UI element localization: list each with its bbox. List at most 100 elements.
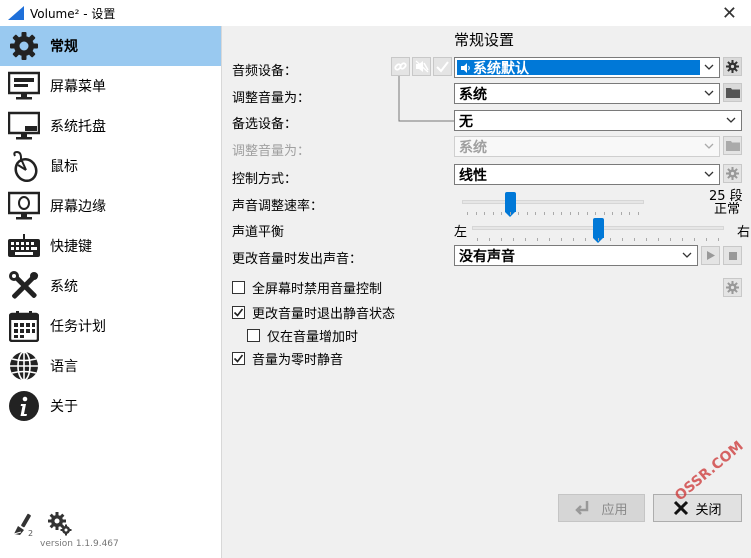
slider-tick xyxy=(578,212,579,215)
adjust-volume-select[interactable]: 系统 xyxy=(454,83,720,104)
change-sound-select[interactable]: 没有声音 xyxy=(454,245,698,266)
slider-tick xyxy=(535,212,536,215)
slider-tick xyxy=(634,238,635,241)
settings-icon[interactable] xyxy=(46,510,74,538)
title-bar: Volume² - 设置 ✕ xyxy=(0,0,751,26)
checkbox-label: 音量为零时静音 xyxy=(252,353,344,368)
version-superscript: 2 xyxy=(28,529,34,538)
checkbox-box[interactable] xyxy=(247,329,260,342)
slider-tick xyxy=(561,238,562,241)
adjust-rate-slider[interactable] xyxy=(462,192,644,217)
sidebar-item-system-tray[interactable]: 系统托盘 xyxy=(0,106,221,146)
balance-label: 声道平衡 xyxy=(232,225,285,240)
close-button[interactable]: 关闭 xyxy=(653,494,742,522)
checkbox-mute-at-zero[interactable]: 音量为零时静音 xyxy=(232,349,343,368)
stop-sound-button[interactable] xyxy=(723,246,742,265)
mute-device-button[interactable] xyxy=(412,57,431,76)
sidebar-item-screen-menu[interactable]: 屏幕菜单 xyxy=(0,66,221,106)
slider-tick xyxy=(610,238,611,241)
chevron-down-icon xyxy=(682,252,692,258)
control-mode-select[interactable]: 线性 xyxy=(454,164,720,185)
sidebar-item-hotkeys[interactable]: 快捷键 xyxy=(0,226,221,266)
alt-device-select[interactable]: 无 xyxy=(454,110,742,131)
sidebar-item-about[interactable]: 关于 xyxy=(0,386,221,426)
checkbox-box[interactable] xyxy=(232,352,245,365)
audio-device-select[interactable]: 系统默认 xyxy=(454,57,720,78)
chevron-down-icon xyxy=(704,143,714,149)
slider-tick xyxy=(501,238,502,241)
sidebar-item-label: 任务计划 xyxy=(50,319,106,335)
slider-tick xyxy=(612,212,613,215)
slider-tick xyxy=(658,238,659,241)
slider-track xyxy=(462,200,644,204)
chevron-down-icon xyxy=(704,90,714,96)
alt-adjust-volume-folder-button[interactable] xyxy=(723,136,742,155)
slider-tick xyxy=(706,238,707,241)
folder-icon xyxy=(725,88,740,98)
slider-tick xyxy=(484,212,485,215)
chevron-down-icon xyxy=(726,117,736,123)
slider-tick xyxy=(493,212,494,215)
sidebar-item-general[interactable]: 常规 xyxy=(0,26,221,66)
adjust-rate-label: 声音调整速率： xyxy=(232,199,324,214)
fullscreen-settings-button[interactable] xyxy=(723,278,742,297)
slider-tick xyxy=(682,238,683,241)
general-settings-panel: 常规设置 音频设备： 系统默认 调整音量为： 系统 备选设备： 无 调整音量为：… xyxy=(222,26,751,558)
sidebar-item-language[interactable]: 语言 xyxy=(0,346,221,386)
brush-icon[interactable] xyxy=(10,510,38,538)
confirm-device-button[interactable] xyxy=(433,57,452,76)
speaker-icon xyxy=(461,62,470,73)
balance-slider[interactable] xyxy=(472,218,724,243)
window-close-button[interactable]: ✕ xyxy=(722,3,737,24)
link-device-button[interactable] xyxy=(391,57,410,76)
slider-tick xyxy=(501,212,502,215)
slider-tick xyxy=(518,212,519,215)
checkbox-label: 仅在音量增加时 xyxy=(267,330,359,345)
slider-tick xyxy=(622,238,623,241)
checkbox-unmute-on-change[interactable]: 更改音量时退出静音状态 xyxy=(232,303,395,322)
apply-button[interactable]: 应用 xyxy=(558,494,645,522)
sidebar-item-mouse[interactable]: 鼠标 xyxy=(0,146,221,186)
checkbox-label: 全屏幕时禁用音量控制 xyxy=(252,282,383,297)
checkbox-box[interactable] xyxy=(232,281,245,294)
adjust-volume-folder-button[interactable] xyxy=(723,83,742,102)
info-icon xyxy=(4,386,44,426)
sidebar-item-label: 屏幕边缘 xyxy=(50,199,106,215)
balance-right-label: 右 xyxy=(737,225,751,240)
sidebar-item-label: 常规 xyxy=(50,39,78,55)
sidebar-item-label: 系统托盘 xyxy=(50,119,106,135)
sidebar-item-system[interactable]: 系统 xyxy=(0,266,221,306)
checkbox-only-on-increase[interactable]: 仅在音量增加时 xyxy=(247,326,358,345)
speaker-mute-icon xyxy=(415,60,429,73)
apply-icon xyxy=(575,501,589,515)
control-mode-settings-button[interactable] xyxy=(723,164,742,183)
slider-tick xyxy=(549,238,550,241)
slider-tick xyxy=(477,238,478,241)
checkbox-box[interactable] xyxy=(232,306,245,319)
slider-tick xyxy=(525,238,526,241)
slider-tick xyxy=(467,212,468,215)
slider-tick xyxy=(476,212,477,215)
slider-thumb[interactable] xyxy=(593,218,604,243)
alt-adjust-volume-select[interactable]: 系统 xyxy=(454,136,720,157)
sidebar-item-screen-edge[interactable]: 屏幕边缘 xyxy=(0,186,221,226)
slider-tick xyxy=(527,212,528,215)
checkmark-icon xyxy=(233,354,244,363)
slider-tick xyxy=(544,212,545,215)
slider-tick xyxy=(561,212,562,215)
window-title: Volume² - 设置 xyxy=(30,6,116,21)
check-icon xyxy=(436,61,449,73)
slider-tick xyxy=(629,212,630,215)
page-title: 常规设置 xyxy=(454,31,515,49)
app-icon xyxy=(8,6,24,20)
checkbox-fullscreen-disable[interactable]: 全屏幕时禁用音量控制 xyxy=(232,278,382,297)
slider-tick xyxy=(595,212,596,215)
version-text: version 1.1.9.467 xyxy=(40,539,119,549)
slider-thumb[interactable] xyxy=(505,192,516,217)
control-mode-value: 线性 xyxy=(459,167,487,184)
play-sound-button[interactable] xyxy=(701,246,720,265)
sidebar-item-scheduler[interactable]: 任务计划 xyxy=(0,306,221,346)
device-settings-button[interactable] xyxy=(723,57,742,76)
sidebar-item-label: 关于 xyxy=(50,399,78,415)
gear-icon xyxy=(726,281,739,294)
